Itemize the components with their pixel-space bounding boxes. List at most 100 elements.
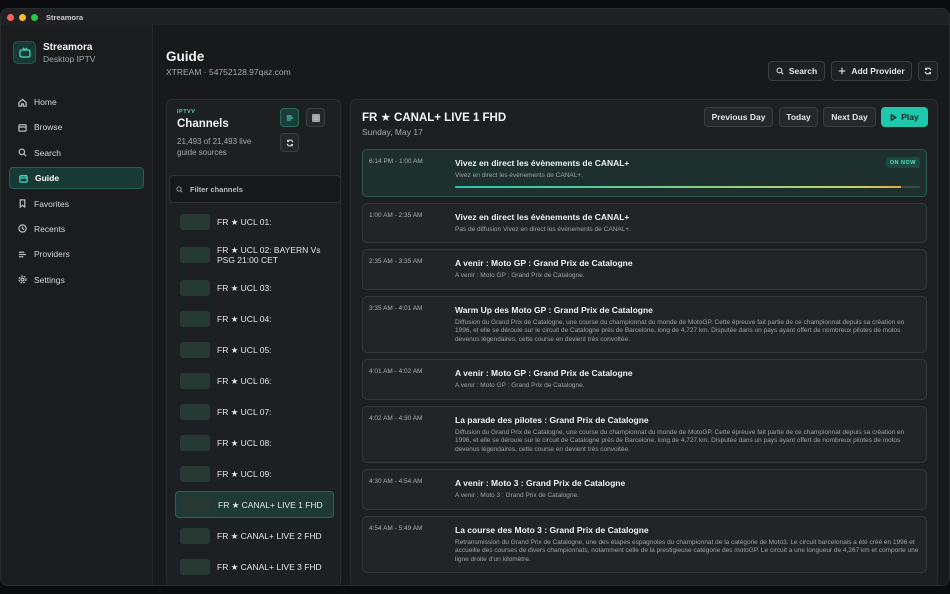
brand-name: Streamora (43, 41, 93, 53)
program-list: 6:14 PM - 1:00 AM Vivez en direct les évè… (362, 149, 927, 579)
channels-panel: IPTVV Channels 21,493 of 21,493 live gui… (166, 99, 341, 585)
search-icon (18, 148, 27, 157)
channels-title: Channels (177, 118, 229, 130)
channel-item[interactable]: FR ★ UCL 08: (175, 429, 334, 456)
program-progress-bar (455, 185, 920, 188)
sidebar-item-guide[interactable]: Guide (9, 167, 144, 190)
channel-item[interactable]: FR ★ CANAL+ LIVE 3 FHD (175, 553, 334, 580)
window-controls (7, 13, 38, 21)
close-window-button[interactable] (7, 13, 14, 21)
channel-item[interactable]: FR ★ UCL 05: (175, 336, 334, 363)
sidebar-item-label: Favorites (34, 198, 69, 209)
channel-logo (181, 496, 211, 513)
sidebar-item-browse[interactable]: Browse (9, 116, 144, 138)
sidebar-nav: Home Browse Search Guide Favorites Recen… (9, 91, 144, 294)
program-item[interactable]: 2:35 AM - 3:35 AM A venir : Moto GP : Gra… (362, 249, 927, 290)
channel-list: FR ★ UCL 01: FR ★ UCL 02: BAYERN Vs PSG 2… (175, 208, 334, 584)
channel-item[interactable]: FR ★ UCL 01: (175, 208, 334, 235)
sidebar-item-home[interactable]: Home (9, 91, 144, 113)
channel-name: FR ★ UCL 08: (217, 437, 272, 448)
program-item[interactable]: 3:35 AM - 4:01 AM Warm Up des Moto GP : G… (362, 295, 927, 353)
list-view-icon (286, 114, 293, 121)
refresh-button[interactable] (918, 61, 938, 81)
play-button[interactable]: Play (881, 107, 928, 127)
channel-item[interactable]: FR ★ UCL 02: BAYERN Vs PSG 21:00 CET (175, 239, 334, 270)
sidebar-item-settings[interactable]: Settings (9, 269, 144, 291)
previous-day-button[interactable]: Previous Day (704, 107, 773, 127)
search-button-label: Search (788, 66, 818, 76)
program-item[interactable]: 4:02 AM - 4:30 AM La parade des pilotes :… (362, 405, 927, 463)
program-item[interactable]: 4:01 AM - 4:02 AM A venir : Moto GP : Gra… (362, 359, 927, 400)
sidebar: Streamora Desktop IPTV Home Browse Searc… (1, 25, 153, 585)
grid-view-icon (311, 113, 320, 122)
play-button-label: Play (901, 112, 919, 122)
channel-item[interactable]: FR ★ UCL 09: (175, 460, 334, 487)
program-title: Warm Up des Moto GP : Grand Prix de Cata… (455, 304, 653, 315)
program-title: A venir : Moto GP : Grand Prix de Catalo… (455, 368, 633, 378)
channel-logo (180, 213, 210, 230)
filter-channels-input[interactable] (190, 184, 330, 194)
grid-view-button[interactable] (306, 108, 325, 127)
app-window: Streamora Streamora Desktop IPTV Home Br… (0, 8, 950, 586)
channel-name: FR ★ CANAL+ LIVE 3 FHD (217, 561, 322, 572)
refresh-channels-button[interactable] (280, 133, 299, 152)
channel-logo (180, 279, 210, 296)
channel-name: FR ★ UCL 05: (217, 344, 272, 355)
program-time: 4:30 AM - 4:54 AM (369, 478, 423, 485)
program-progress-fill (455, 185, 902, 188)
sidebar-item-recents[interactable]: Recents (9, 218, 144, 240)
channel-item[interactable]: FR ★ UCL 07: (175, 398, 334, 425)
program-description: Diffusion du Grand Prix de Catalogne, un… (455, 428, 905, 453)
zoom-window-button[interactable] (31, 13, 38, 21)
refresh-icon (924, 67, 932, 75)
next-day-button[interactable]: Next Day (823, 107, 876, 127)
program-description: A venir : Moto 3 : Grand Prix de Catalog… (455, 492, 579, 499)
channel-item[interactable]: FR ★ CANAL+ LIVE 2 FHD (175, 522, 334, 549)
provider-tag: IPTVV (177, 109, 196, 115)
guide-panel: FR ★ CANAL+ LIVE 1 FHD Sunday, May 17 Pr… (350, 99, 938, 585)
program-time: 3:35 AM - 4:01 AM (369, 304, 423, 312)
today-button[interactable]: Today (779, 107, 818, 127)
list-view-button[interactable] (280, 108, 299, 127)
play-icon (890, 113, 898, 121)
on-now-badge: ON NOW (885, 157, 920, 168)
filter-channels-field[interactable] (169, 175, 340, 203)
bookmark-icon (19, 199, 26, 209)
sidebar-item-label: Settings (34, 274, 65, 285)
program-item[interactable]: 6:14 PM - 1:00 AM Vivez en direct les évè… (362, 149, 927, 197)
gear-icon (18, 275, 27, 284)
channel-logo (180, 310, 210, 327)
provider-subtitle: XTREAM · 54752128.97qaz.com (166, 67, 291, 77)
guide-channel-title: FR ★ CANAL+ LIVE 1 FHD (362, 112, 507, 124)
brand: Streamora Desktop IPTV (13, 41, 95, 64)
program-title: Vivez en direct les évènements de CANAL+ (455, 158, 630, 168)
channel-item[interactable]: FR ★ UCL 06: (175, 367, 334, 394)
minimize-window-button[interactable] (19, 13, 26, 21)
channel-logo (180, 341, 210, 358)
program-item[interactable]: 1:00 AM - 2:35 AM Vivez en direct les évè… (362, 202, 927, 243)
sidebar-item-providers[interactable]: Providers (9, 243, 144, 265)
program-time: 4:01 AM - 4:02 AM (369, 368, 423, 375)
channel-logo (180, 403, 210, 420)
add-provider-button[interactable]: Add Provider (831, 61, 912, 81)
sidebar-item-favorites[interactable]: Favorites (9, 193, 144, 215)
program-description: Diffusion du Grand Prix de Catalogne, un… (455, 318, 905, 343)
channel-item[interactable]: FR ★ UCL 03: (175, 274, 334, 301)
search-button[interactable]: Search (768, 61, 825, 81)
program-time: 4:54 AM - 5:49 AM (369, 524, 423, 532)
browse-icon (18, 124, 27, 132)
channel-item[interactable]: FR ★ CANAL+ LIVE 1 FHD (175, 491, 334, 518)
channel-logo (180, 434, 210, 451)
channel-name: FR ★ CANAL+ LIVE 1 FHD (218, 499, 323, 510)
channel-logo (180, 558, 210, 575)
sidebar-item-search[interactable]: Search (9, 142, 144, 164)
search-icon (776, 67, 784, 75)
program-item[interactable]: 4:30 AM - 4:54 AM A venir : Moto 3 : Gran… (362, 469, 927, 510)
channel-item[interactable]: FR ★ UCL 04: (175, 305, 334, 332)
program-description: A venir : Moto GP : Grand Prix de Catalo… (455, 272, 585, 279)
program-item[interactable]: 4:54 AM - 5:49 AM La course des Moto 3 : … (362, 515, 927, 573)
channel-logo (180, 465, 210, 482)
add-provider-label: Add Provider (851, 66, 905, 76)
refresh-icon (286, 139, 293, 146)
program-title: A venir : Moto 3 : Grand Prix de Catalog… (455, 478, 626, 488)
